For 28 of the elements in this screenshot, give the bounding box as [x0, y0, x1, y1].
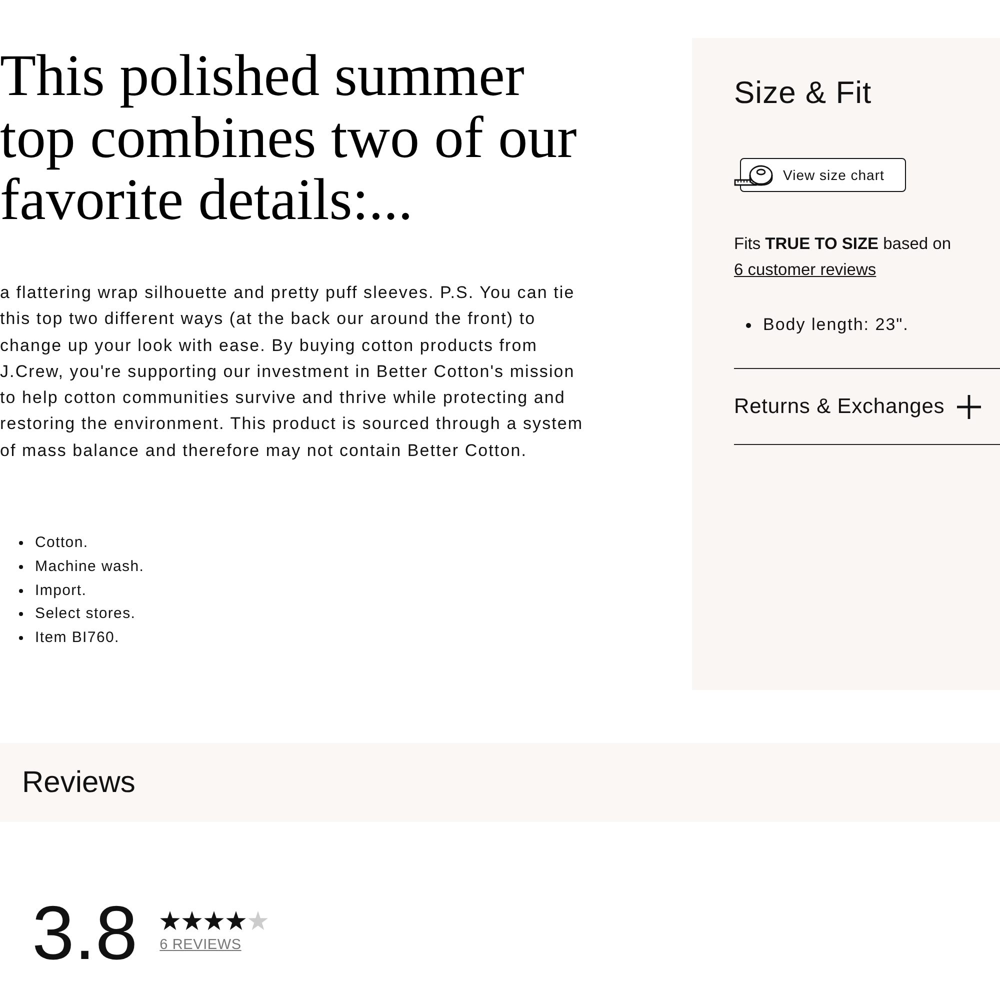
fit-summary: Fits TRUE TO SIZE based on 6 customer reviews [734, 234, 952, 281]
measurement-item: Body length: 23". [763, 314, 909, 336]
reviews-count-link[interactable]: 6 REVIEWS [160, 936, 268, 954]
feature-item: Select stores. [35, 604, 136, 624]
feature-item: Cotton. [35, 532, 88, 553]
reviews-title: Reviews [22, 764, 136, 800]
bullet-icon [19, 636, 23, 640]
filled-star-icon [160, 910, 180, 930]
customer-reviews-link[interactable]: 6 customer reviews [734, 261, 876, 279]
tape-measure-icon [734, 163, 774, 187]
feature-item: Machine wash. [35, 556, 144, 577]
size-chart-button[interactable]: View size chart [740, 158, 906, 192]
bullet-icon [19, 564, 23, 569]
accordion-header[interactable]: Returns & Exchanges [734, 369, 1000, 445]
filled-star-icon [226, 910, 246, 930]
feature-item: Item BI760. [35, 628, 120, 648]
feature-item: Import. [35, 580, 87, 601]
product-headline: This polished summer top combines two of our favorite details:... [0, 44, 578, 230]
filled-star-icon [204, 910, 224, 930]
product-description: a flattering wrap silhouette and pretty puff sleeves. P.S. You can tie this top two different ways (at the back our around the front) to change up your look with ease. By buying cotton products from J.Crew, you're supporting our investment in Better Cotton's mission to help cotton communities survive and thrive while protecting and restoring the environment. This product is sourced through a system of mass balance and therefore may not contain Better Cotton. [0, 282, 584, 462]
bullet-icon [19, 588, 23, 593]
bullet-icon [19, 540, 23, 545]
average-rating: 3.8 [32, 896, 138, 972]
filled-star-icon [182, 910, 202, 930]
size-fit-title: Size & Fit [734, 75, 873, 111]
bullet-icon [19, 612, 23, 616]
bullet-icon [746, 322, 751, 328]
plus-icon [956, 394, 981, 418]
